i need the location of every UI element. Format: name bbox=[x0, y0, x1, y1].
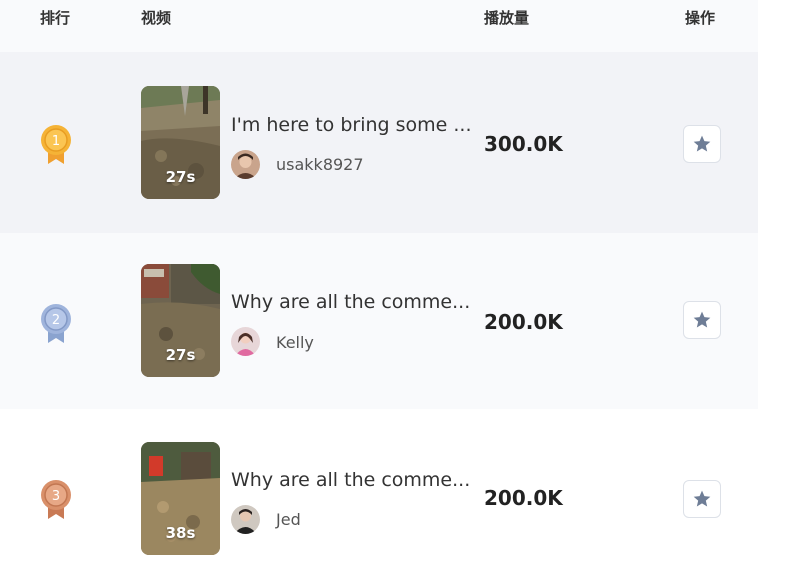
avatar[interactable] bbox=[231, 505, 260, 534]
avatar[interactable] bbox=[231, 150, 260, 179]
star-icon bbox=[693, 490, 711, 507]
video-title[interactable]: I'm here to bring some ... bbox=[231, 114, 472, 136]
column-header-video: 视频 bbox=[141, 9, 172, 27]
avatar[interactable] bbox=[231, 327, 260, 356]
star-icon bbox=[693, 311, 711, 328]
view-count: 200.0K bbox=[484, 486, 563, 510]
table-row[interactable]: 3 38s Why are all the comme... Jed 200.0… bbox=[0, 409, 758, 565]
star-icon bbox=[693, 135, 711, 152]
view-count: 200.0K bbox=[484, 310, 563, 334]
video-thumbnail[interactable]: 38s bbox=[141, 442, 220, 555]
video-duration: 38s bbox=[165, 524, 196, 542]
gold-medal-icon: 1 bbox=[41, 125, 71, 164]
favorite-button[interactable] bbox=[683, 301, 721, 339]
video-duration: 27s bbox=[165, 346, 196, 364]
silver-medal-icon: 2 bbox=[41, 304, 71, 343]
rank-number: 1 bbox=[52, 134, 60, 149]
video-title[interactable]: Why are all the comme... bbox=[231, 469, 470, 491]
video-thumbnail[interactable]: 27s bbox=[141, 264, 220, 377]
rank-number: 2 bbox=[52, 313, 60, 328]
column-header-views: 播放量 bbox=[484, 9, 530, 27]
column-header-actions: 操作 bbox=[685, 9, 716, 27]
video-title[interactable]: Why are all the comme... bbox=[231, 291, 470, 313]
favorite-button[interactable] bbox=[683, 480, 721, 518]
view-count: 300.0K bbox=[484, 132, 563, 156]
table-row[interactable]: 2 27s Why are all the comme... Kelly 200… bbox=[0, 233, 758, 409]
table-row[interactable]: 1 27s I'm here to bring some ... usakk89… bbox=[0, 52, 758, 233]
favorite-button[interactable] bbox=[683, 125, 721, 163]
bronze-medal-icon: 3 bbox=[41, 480, 71, 519]
author-name[interactable]: Kelly bbox=[276, 333, 314, 352]
table-header: 排行 视频 播放量 操作 bbox=[0, 0, 758, 52]
video-duration: 27s bbox=[165, 168, 196, 186]
video-thumbnail[interactable]: 27s bbox=[141, 86, 220, 199]
rank-number: 3 bbox=[52, 489, 60, 504]
column-header-rank: 排行 bbox=[40, 9, 71, 27]
author-name[interactable]: usakk8927 bbox=[276, 155, 364, 174]
author-name[interactable]: Jed bbox=[276, 510, 301, 529]
